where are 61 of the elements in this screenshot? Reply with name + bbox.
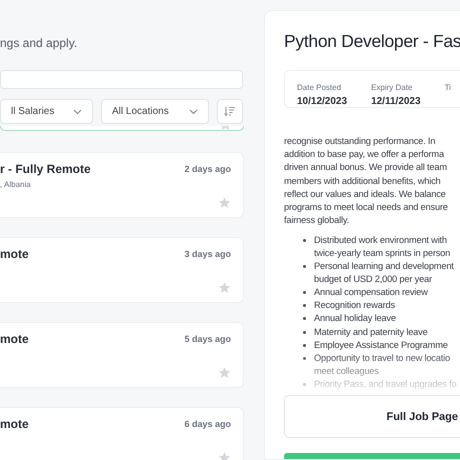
benefit-text: Personal learning and development [314,260,454,274]
job-card[interactable]: mote 6 days ago [0,407,244,460]
location-dropdown[interactable]: All Locations [101,99,209,124]
posted-time: 2 days ago [184,164,231,174]
bullet-icon [303,356,306,360]
apply-bar[interactable] [284,453,460,459]
intro-text: ngs and apply. [0,36,78,50]
benefit-text: Recognition rewards [314,299,395,312]
description-line: addition to base pay, we offer a performa [284,148,446,162]
search-field[interactable] [0,70,243,89]
job-card[interactable]: mote 3 days ago [0,237,244,303]
description-line: driven annual bonus. We provide all team [284,161,448,174]
job-title: mote [0,417,29,431]
benefit-text: twice-yearly team sprints in person [314,246,450,260]
benefit-text: Distributed work environment with [314,234,448,247]
job-title: mote [0,332,29,346]
description-line: fairness globally. [284,214,350,227]
bullet-icon [303,330,306,334]
bookmark-icon [222,126,229,130]
chevron-down-icon [189,108,198,114]
job-title: r - Fully Remote [0,162,91,176]
description-line: reflect our values and ideals. We balance [284,188,447,201]
description-line: members with additional benefits, which [284,174,442,188]
bullet-icon [303,238,306,242]
job-title: mote [0,247,29,261]
fact-value: 12/11/2023 [371,96,421,107]
job-card[interactable]: mote 5 days ago [0,322,244,388]
posted-time: 3 days ago [184,249,231,259]
job-card[interactable]: r - Fully Remote 2 days ago , Albania [0,152,244,218]
fact-label: Date Posted [297,83,342,92]
salary-dropdown[interactable]: ll Salaries [0,99,93,124]
sort-button[interactable] [217,99,243,124]
chevron-down-icon [73,108,82,114]
full-job-page-button[interactable]: Full Job Page [284,395,460,438]
fact-value: 10/12/2023 [297,96,348,107]
bullet-icon [303,344,306,347]
bullet-icon [303,291,306,294]
posted-time: 6 days ago [184,419,231,429]
fact-label: Ti [444,83,451,92]
job-card[interactable] [0,126,244,131]
job-location: , Albania [0,180,32,190]
star-icon[interactable] [218,281,231,294]
star-icon[interactable] [218,196,231,209]
benefit-text: Annual holiday leave [314,312,396,326]
bullet-icon [303,265,306,268]
benefit-text: Annual compensation review [314,286,428,300]
benefit-text: Employee Assistance Programme [314,338,448,352]
bullet-icon [303,304,306,308]
star-icon[interactable] [218,366,231,379]
bullet-icon [303,317,306,320]
benefit-text: Priority Pass, and travel upgrades fo [314,378,456,391]
posted-time: 5 days ago [184,334,231,344]
benefit-text: Maternity and paternity leave [314,326,428,339]
benefit-text: budget of USD 2,000 per year [314,273,433,286]
benefit-text: meet colleagues [314,364,380,378]
benefit-text: Opportunity to travel to new locatio [314,352,450,365]
sort-icon [224,106,236,117]
description-line: programs to meet local needs and ensure [284,200,449,214]
bullet-icon [303,382,306,386]
fact-label: Expiry Date [371,83,414,92]
description-line: recognise outstanding performance. In [284,135,436,148]
